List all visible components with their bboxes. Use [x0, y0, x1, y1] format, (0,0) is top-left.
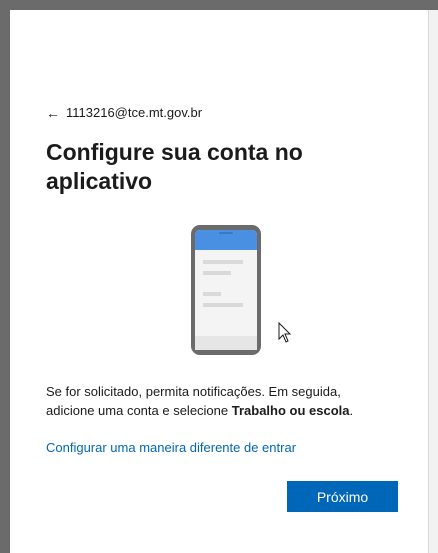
account-email: 1113216@tce.mt.gov.br [66, 105, 203, 120]
phone-speaker [219, 232, 233, 234]
phone-content-line-3 [203, 292, 221, 296]
window-frame-left [0, 0, 10, 553]
phone-bottom-bar [195, 336, 257, 350]
page-title: Configure sua conta no aplicativo [46, 139, 303, 194]
phone-content-line-4 [203, 303, 243, 307]
window-frame-top [0, 0, 438, 10]
window-frame-right [429, 10, 438, 553]
instructions-text: Se for solicitado, permita notificações.… [46, 382, 386, 420]
account-identity-row: ← 1113216@tce.mt.gov.br [46, 105, 202, 120]
instructions-text-part-2: . [349, 403, 354, 418]
back-arrow-icon[interactable]: ← [46, 106, 60, 120]
alternate-signin-link[interactable]: Configurar uma maneira diferente de entr… [46, 440, 296, 455]
next-button[interactable]: Próximo [287, 481, 398, 512]
mouse-pointer-icon [278, 322, 292, 343]
phone-illustration [191, 225, 261, 355]
phone-content-line-1 [203, 260, 243, 264]
phone-content-line-2 [203, 271, 231, 275]
instructions-bold-option: Trabalho ou escola [231, 403, 350, 418]
